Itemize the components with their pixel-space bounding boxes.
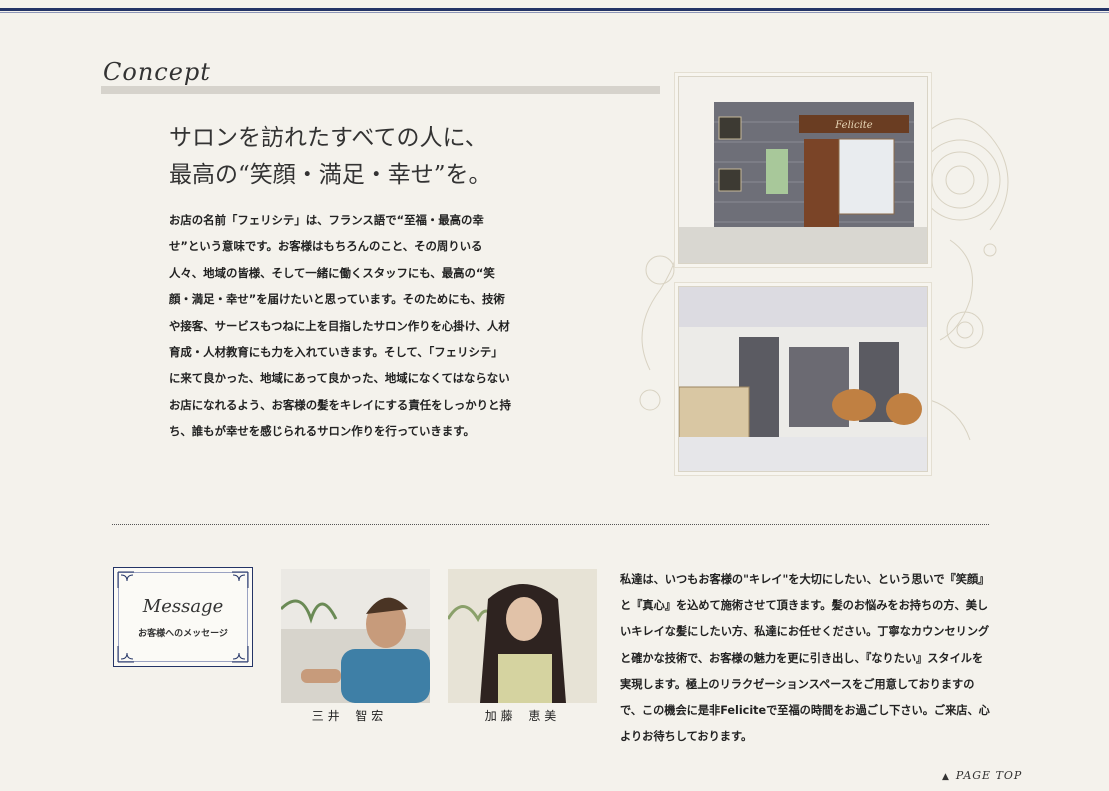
ornament-corner-icon <box>117 646 134 663</box>
triangle-up-icon: ▲ <box>942 772 950 782</box>
salon-sign-text: Felicite <box>834 120 873 131</box>
staff-name-1: 三 井 智 宏 <box>311 709 384 723</box>
section-divider <box>112 524 989 525</box>
message-subtitle: お客様へのメッセージ <box>138 629 228 639</box>
staff-photo-1 <box>281 569 430 703</box>
concept-rule <box>101 86 660 94</box>
ornament-corner-icon <box>232 571 249 588</box>
page-top-link[interactable]: ▲ PAGE TOP <box>942 769 1022 782</box>
ornament-corner-icon <box>232 646 249 663</box>
concept-heading: Concept <box>103 58 211 86</box>
message-body-text: 私達は、いつもお客様の"キレイ"を大切にしたい、という思いで『笑顔』と『真心』を… <box>620 573 990 744</box>
message-box: Message お客様へのメッセージ <box>113 567 253 667</box>
salon-exterior-photo: Felicite <box>678 76 928 264</box>
message-title: Message <box>142 596 224 617</box>
tagline-line-2: 最高の“笑顔・満足・幸せ”を。 <box>169 162 492 188</box>
top-border <box>0 0 1109 14</box>
page-top-label: PAGE TOP <box>955 769 1023 782</box>
ornament-corner-icon <box>117 571 134 588</box>
staff-photo-2 <box>448 569 597 703</box>
concept-tagline: サロンを訪れたすべての人に、 最高の“笑顔・満足・幸せ”を。 <box>169 120 589 194</box>
tagline-line-1: サロンを訪れたすべての人に、 <box>169 125 488 151</box>
staff-name-2: 加 藤 恵 美 <box>484 709 557 723</box>
salon-interior-photo <box>678 286 928 472</box>
concept-body-text: お店の名前「フェリシテ」は、フランス語で“至福・最高の幸せ”という意味です。お客… <box>169 213 511 439</box>
